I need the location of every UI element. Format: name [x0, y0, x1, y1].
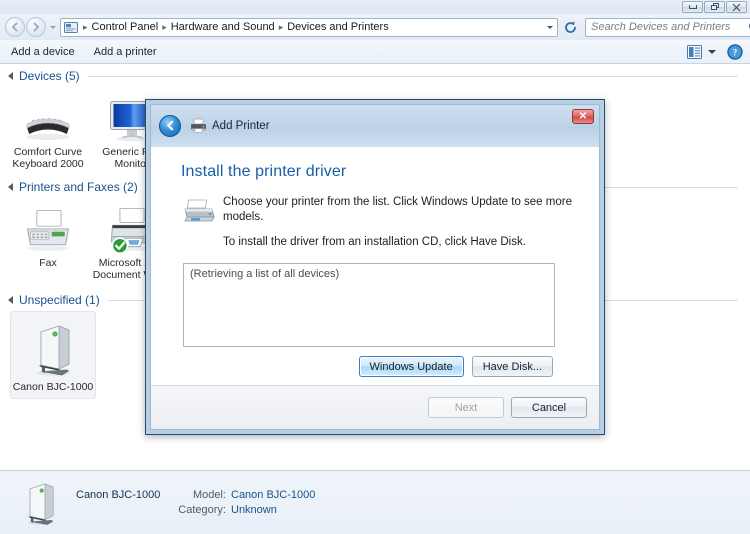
search-box[interactable]: Search Devices and Printers [585, 17, 750, 37]
dialog-heading: Install the printer driver [181, 163, 347, 180]
dialog-intro: Choose your printer from the list. Click… [151, 181, 599, 260]
recent-pages-button[interactable] [48, 25, 57, 29]
dialog-body: Install the printer driver Choose your p… [151, 146, 599, 385]
refresh-button[interactable] [561, 18, 580, 37]
view-layout-icon[interactable] [686, 44, 703, 60]
have-disk-button[interactable]: Have Disk... [471, 356, 553, 377]
group-title-unspecified: Unspecified (1) [19, 293, 100, 307]
back-arrow-icon [12, 22, 18, 32]
device-tile-canon-bjc-1000[interactable]: Canon BJC-1000 [10, 311, 96, 399]
forward-button[interactable] [26, 17, 46, 37]
details-device-icon [12, 478, 68, 528]
details-row-model: Canon BJC-1000 Model: Canon BJC-1000 [76, 489, 315, 501]
collapse-caret-icon[interactable] [8, 183, 13, 191]
back-button[interactable] [5, 17, 25, 37]
address-field[interactable]: ▸ Control Panel ▸ Hardware and Sound ▸ D… [60, 17, 558, 37]
next-button[interactable]: Next [428, 397, 504, 418]
device-tile-label: Comfort Curve Keyboard 2000 [12, 146, 84, 170]
keyboard-icon [22, 91, 74, 143]
group-title-printers: Printers and Faxes (2) [19, 180, 138, 194]
help-button[interactable]: ? [726, 43, 744, 61]
address-bar: ▸ Control Panel ▸ Hardware and Sound ▸ D… [0, 14, 750, 40]
close-icon: ✕ [578, 110, 588, 122]
window-controls [682, 1, 747, 13]
minimize-icon [688, 5, 697, 9]
help-icon: ? [727, 43, 743, 60]
navigation-buttons [5, 17, 57, 37]
command-bar: Add a device Add a printer ? [0, 40, 750, 64]
command-bar-right: ? [686, 43, 750, 61]
dialog-footer: Next Cancel [151, 385, 599, 429]
explorer-window: ▸ Control Panel ▸ Hardware and Sound ▸ D… [0, 0, 750, 534]
details-value-model: Canon BJC-1000 [231, 489, 316, 501]
driver-list-box[interactable]: (Retrieving a list of all devices) [183, 263, 555, 347]
chevron-down-icon [547, 25, 553, 29]
breadcrumb-item-hardware-and-sound[interactable]: Hardware and Sound [169, 21, 277, 33]
device-tile-keyboard[interactable]: Comfort Curve Keyboard 2000 [6, 87, 90, 172]
dialog-close-button[interactable]: ✕ [572, 109, 594, 124]
search-icon [746, 21, 750, 33]
dialog-back-button[interactable] [159, 114, 181, 137]
device-tile-fax[interactable]: Fax [6, 198, 90, 283]
view-dropdown-button[interactable] [705, 49, 718, 54]
add-a-device-button[interactable]: Add a device [3, 43, 83, 61]
dialog-intro-line-1: Choose your printer from the list. Click… [223, 196, 572, 223]
forward-arrow-icon [33, 22, 39, 32]
windows-update-button[interactable]: Windows Update [358, 356, 464, 377]
collapse-caret-icon[interactable] [8, 296, 13, 304]
restore-button[interactable] [704, 1, 725, 13]
address-dropdown-button[interactable] [543, 25, 557, 29]
dialog-intro-lines: Choose your printer from the list. Click… [217, 195, 599, 260]
breadcrumb: ▸ Control Panel ▸ Hardware and Sound ▸ D… [79, 21, 543, 33]
refresh-icon [565, 20, 576, 33]
add-printer-dialog: Add Printer ✕ Install the printer driver [145, 99, 605, 435]
chevron-down-icon [49, 25, 56, 29]
group-title-devices: Devices (5) [19, 69, 80, 83]
close-icon [732, 3, 741, 11]
title-bar [0, 0, 750, 14]
dialog-intro-line-2: To install the driver from an installati… [223, 236, 526, 248]
close-button[interactable] [726, 1, 747, 13]
minimize-button[interactable] [682, 1, 703, 13]
svg-text:?: ? [733, 47, 738, 57]
details-key-category: Category: [178, 504, 226, 516]
group-divider [87, 75, 738, 77]
control-panel-icon [63, 20, 79, 35]
printer-large-icon [181, 195, 217, 231]
unknown-device-icon [27, 320, 79, 378]
search-input[interactable]: Search Devices and Printers [586, 21, 746, 33]
details-value-category: Unknown [231, 504, 277, 516]
dialog-mid-buttons: Windows Update Have Disk... [358, 356, 553, 377]
collapse-caret-icon[interactable] [8, 72, 13, 80]
device-tile-label: Fax [39, 257, 57, 269]
breadcrumb-separator: ▸ [83, 21, 88, 32]
chevron-down-icon [707, 49, 716, 54]
details-row-category: Category: Unknown [76, 504, 315, 516]
breadcrumb-item-devices-and-printers[interactable]: Devices and Printers [285, 21, 391, 33]
details-device-name: Canon BJC-1000 [76, 489, 161, 501]
details-key-model: Model: [192, 489, 226, 501]
dialog-title-bar: Add Printer ✕ [151, 105, 599, 146]
dialog-title: Add Printer [212, 119, 270, 132]
restore-icon [710, 3, 719, 11]
cancel-button[interactable]: Cancel [511, 397, 587, 418]
breadcrumb-item-control-panel[interactable]: Control Panel [90, 21, 161, 33]
details-text-block: Canon BJC-1000 Model: Canon BJC-1000 Cat… [76, 489, 315, 516]
device-tile-label: Canon BJC-1000 [12, 380, 94, 393]
back-arrow-icon [166, 120, 173, 131]
add-a-printer-button[interactable]: Add a printer [86, 43, 165, 61]
breadcrumb-separator: ▸ [278, 21, 284, 32]
details-pane: Canon BJC-1000 Model: Canon BJC-1000 Cat… [0, 470, 750, 534]
printer-icon [189, 117, 207, 135]
fax-icon [22, 202, 74, 254]
driver-list-message: (Retrieving a list of all devices) [190, 268, 340, 280]
group-header-devices[interactable]: Devices (5) [0, 65, 750, 87]
dialog-inner: Add Printer ✕ Install the printer driver [150, 104, 600, 430]
breadcrumb-separator: ▸ [162, 21, 167, 32]
